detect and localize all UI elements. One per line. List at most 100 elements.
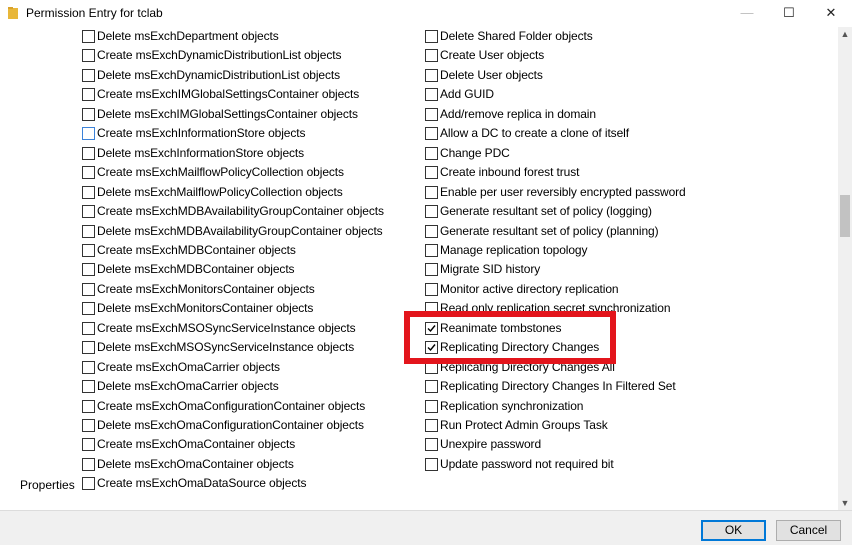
checkbox[interactable] (82, 399, 95, 413)
permission-label: Generate resultant set of policy (loggin… (440, 204, 652, 219)
permission-label: Add/remove replica in domain (440, 106, 596, 121)
checkbox[interactable] (82, 166, 95, 180)
checkbox[interactable] (82, 68, 95, 82)
permission-label: Add GUID (440, 87, 494, 102)
checkbox[interactable] (82, 438, 95, 452)
permission-label: Change PDC (440, 145, 510, 160)
checkbox[interactable] (425, 107, 438, 121)
permission-label: Create msExchIMGlobalSettingsContainer o… (97, 87, 360, 102)
close-button[interactable]: ✕ (810, 0, 852, 27)
checkbox[interactable] (82, 380, 95, 394)
permission-label: Delete User objects (440, 67, 543, 82)
permission-label: Replicating Directory Changes All (440, 359, 615, 374)
checkmark-icon (427, 344, 436, 352)
permission-label: Run Protect Admin Groups Task (440, 418, 608, 432)
permission-label: Delete msExchOmaContainer objects (97, 456, 294, 471)
permission-label: Create msExchOmaConfigurationContainer o… (97, 398, 366, 413)
checkbox[interactable] (425, 302, 438, 316)
scroll-up-icon[interactable]: ▲ (838, 27, 852, 41)
permission-label: Create msExchInformationStore objects (97, 126, 306, 141)
checkbox[interactable] (425, 360, 438, 374)
checkbox[interactable] (425, 438, 438, 452)
permission-label: Generate resultant set of policy (planni… (440, 223, 659, 238)
checkbox[interactable] (425, 146, 438, 160)
checkbox[interactable] (82, 457, 95, 471)
checkbox-checked[interactable] (425, 341, 438, 355)
checkbox[interactable] (425, 88, 438, 102)
checkbox[interactable] (425, 30, 438, 43)
checkbox[interactable] (425, 127, 438, 141)
checkbox[interactable] (82, 107, 95, 121)
checkbox[interactable] (425, 399, 438, 413)
checkbox[interactable] (425, 419, 438, 432)
permission-label: Delete msExchOmaConfigurationContainer o… (97, 418, 364, 432)
permission-label: Create msExchMDBAvailabilityGroupContain… (97, 204, 384, 219)
permission-label: Delete msExchMSOSyncServiceInstance obje… (97, 340, 355, 355)
permission-label: Create msExchOmaCarrier objects (97, 359, 280, 374)
permission-label: Delete msExchInformationStore objects (97, 145, 305, 160)
permission-label: Reanimate tombstones (440, 320, 562, 335)
checkbox[interactable] (425, 457, 438, 471)
permission-label: Create msExchOmaDataSource objects (97, 476, 307, 491)
permission-label: Delete msExchMDBAvailabilityGroupContain… (97, 223, 383, 238)
checkbox[interactable] (82, 321, 95, 335)
permission-label: Manage replication topology (440, 242, 588, 257)
checkbox[interactable] (425, 166, 438, 180)
permission-label: Create inbound forest trust (440, 165, 580, 180)
permission-label: Delete msExchOmaCarrier objects (97, 379, 279, 394)
ok-button[interactable]: OK (701, 520, 766, 541)
checkbox[interactable] (82, 282, 95, 296)
checkbox[interactable] (82, 205, 95, 219)
permission-label: Delete msExchMDBContainer objects (97, 262, 295, 277)
checkbox[interactable] (82, 477, 95, 491)
checkbox-checked[interactable] (425, 321, 438, 335)
checkbox[interactable] (425, 380, 438, 394)
window-title: Permission Entry for tclab (26, 6, 163, 20)
permission-label: Read only replication secret synchroniza… (440, 301, 671, 316)
checkbox[interactable] (82, 419, 95, 432)
checkbox[interactable] (82, 341, 95, 355)
checkbox[interactable] (82, 49, 95, 63)
permissions-list: Delete msExchDepartment objects Create ms… (0, 27, 838, 510)
checkbox[interactable] (425, 185, 438, 199)
checkbox[interactable] (425, 243, 438, 257)
permission-label: Migrate SID history (440, 262, 541, 277)
checkbox[interactable] (425, 263, 438, 277)
permission-label: Unexpire password (440, 437, 542, 452)
permission-label: Delete msExchDepartment objects (97, 29, 279, 43)
checkbox[interactable] (82, 146, 95, 160)
checkbox[interactable] (82, 127, 95, 141)
permission-label: Create msExchMDBContainer objects (97, 242, 296, 257)
cancel-button[interactable]: Cancel (776, 520, 841, 541)
checkbox[interactable] (82, 243, 95, 257)
scroll-down-icon[interactable]: ▼ (838, 496, 852, 510)
permission-label: Replicating Directory Changes (440, 340, 600, 355)
maximize-button[interactable]: ☐ (768, 0, 810, 27)
checkbox[interactable] (425, 282, 438, 296)
permission-label: Delete msExchIMGlobalSettingsContainer o… (97, 106, 358, 121)
checkbox[interactable] (82, 88, 95, 102)
checkbox[interactable] (82, 360, 95, 374)
checkbox[interactable] (82, 30, 95, 43)
checkbox[interactable] (425, 49, 438, 63)
permission-label: Create msExchOmaContainer objects (97, 437, 296, 452)
checkbox[interactable] (425, 205, 438, 219)
minimize-button[interactable]: — (726, 0, 768, 27)
checkbox[interactable] (82, 302, 95, 316)
permission-label: Create msExchMonitorsContainer objects (97, 281, 315, 296)
title-bar: Permission Entry for tclab — ☐ ✕ (0, 0, 852, 27)
vertical-scrollbar[interactable]: ▲ ▼ (838, 27, 852, 510)
checkbox[interactable] (425, 224, 438, 238)
dialog-footer: OK Cancel (0, 510, 852, 545)
checkbox[interactable] (425, 68, 438, 82)
scroll-thumb[interactable] (840, 195, 850, 237)
permission-label: Replicating Directory Changes In Filtere… (440, 379, 676, 394)
checkmark-icon (427, 324, 436, 332)
checkbox[interactable] (82, 263, 95, 277)
permission-label: Create msExchMSOSyncServiceInstance obje… (97, 320, 356, 335)
permission-label: Replication synchronization (440, 398, 584, 413)
checkbox[interactable] (82, 185, 95, 199)
checkbox[interactable] (82, 224, 95, 238)
permission-label: Allow a DC to create a clone of itself (440, 126, 629, 141)
permission-label: Enable per user reversibly encrypted pas… (440, 184, 686, 199)
